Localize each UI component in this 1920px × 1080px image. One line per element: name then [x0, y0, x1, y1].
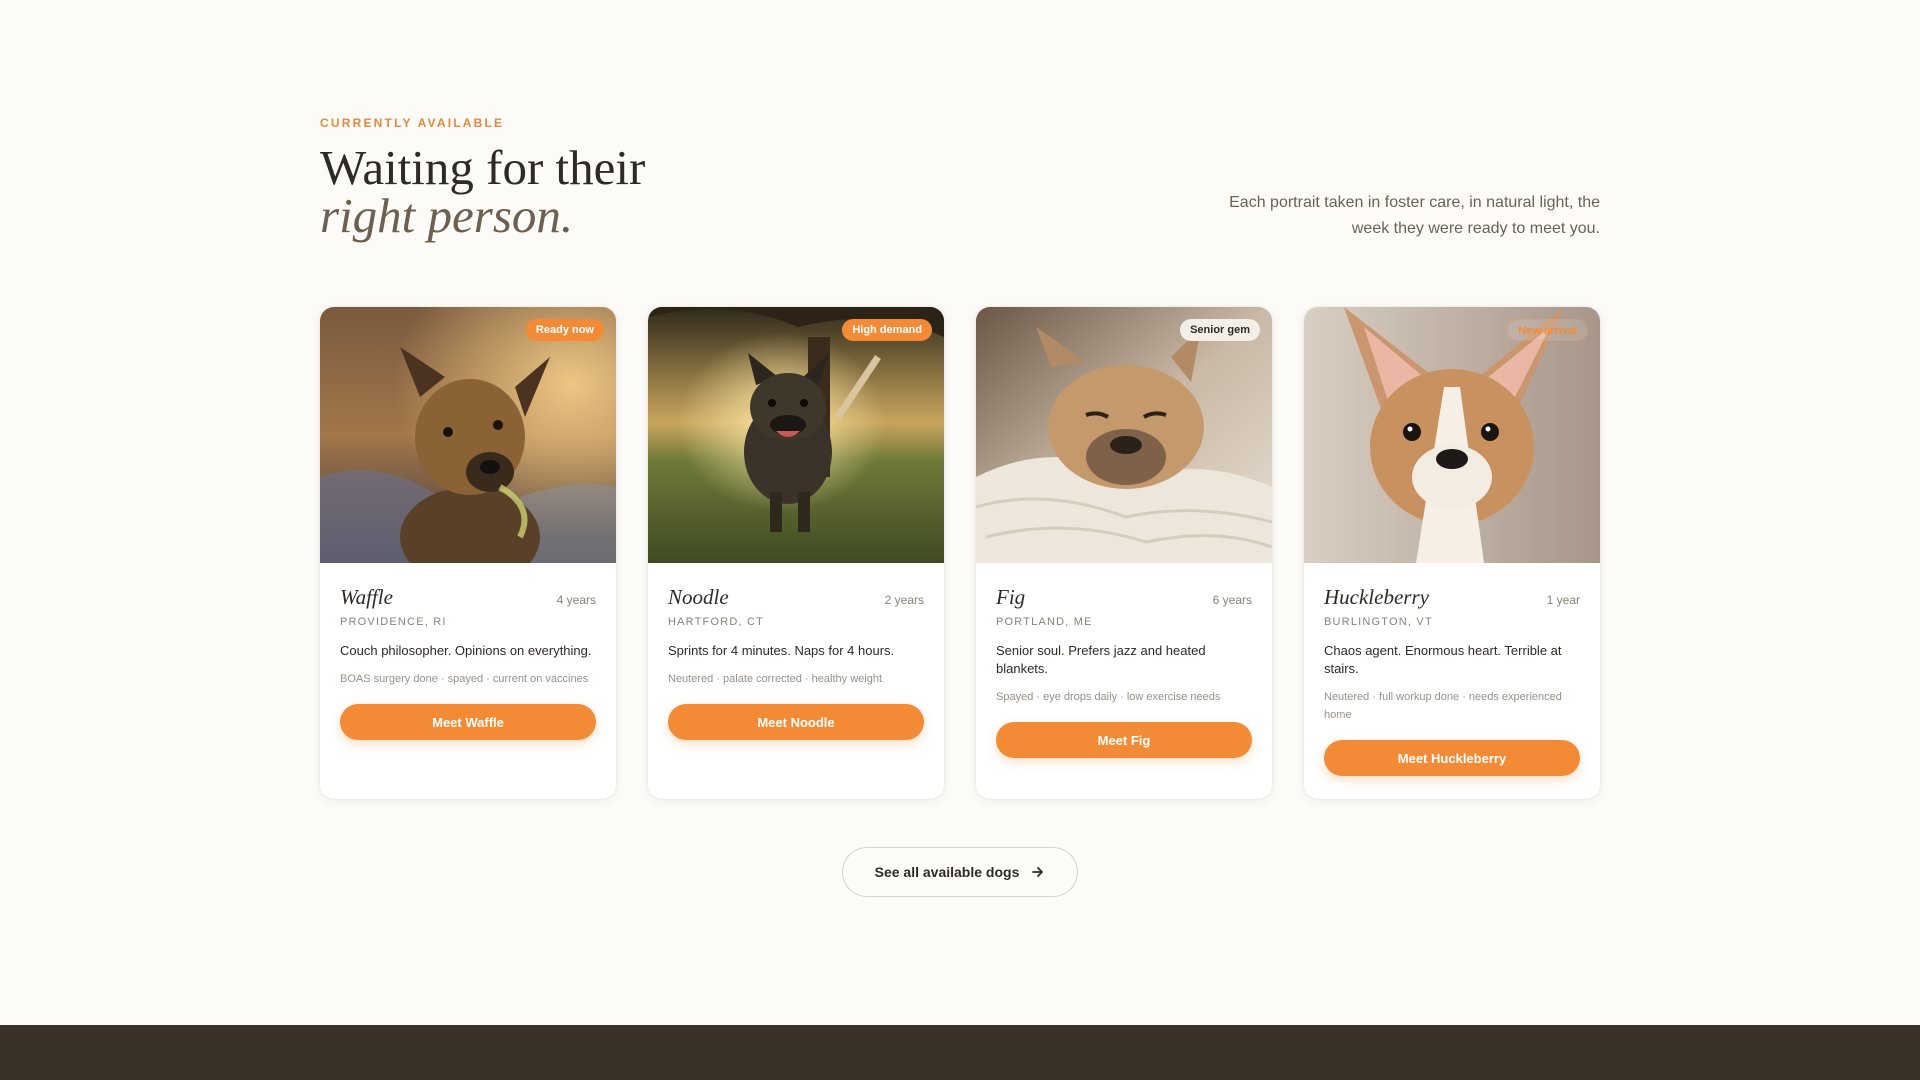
- title-line-1: Waiting for their: [320, 140, 646, 195]
- dog-card-grid: Ready now Waffle 4 years PROVIDENCE, RI …: [320, 307, 1600, 799]
- dog-health-tags: Neutered · palate corrected · healthy we…: [668, 673, 883, 685]
- see-all-dogs-button[interactable]: See all available dogs: [842, 847, 1078, 897]
- dog-location: HARTFORD, CT: [668, 616, 765, 628]
- intro-line-1: Each portrait taken in foster care, in n…: [1229, 194, 1600, 211]
- dog-name: Waffle: [340, 585, 393, 609]
- dog-health-tags: Neutered · full workup done · needs expe…: [1324, 691, 1562, 721]
- footer-band: [0, 1025, 1920, 1080]
- dog-age: 4 years: [556, 593, 596, 607]
- dog-photo-noodle[interactable]: High demand: [648, 307, 944, 563]
- dog-portrait-image: [320, 307, 616, 563]
- dog-card-huckleberry: New arrival Huckleberry 1 year BURLINGTO…: [1304, 307, 1600, 799]
- dog-portrait-image: [1304, 307, 1600, 563]
- dog-portrait-image: [648, 307, 944, 563]
- dog-photo-waffle[interactable]: Ready now: [320, 307, 616, 563]
- status-badge: High demand: [842, 319, 932, 341]
- dog-health-tags: BOAS surgery done · spayed · current on …: [340, 673, 589, 685]
- dog-age: 6 years: [1212, 593, 1252, 607]
- dog-photo-fig[interactable]: Senior gem: [976, 307, 1272, 563]
- dog-name: Huckleberry: [1324, 585, 1429, 609]
- arrow-right-icon: [1032, 867, 1044, 877]
- dog-blurb: Couch philosopher. Opinions on everythin…: [340, 643, 592, 658]
- dog-health-tags: Spayed · eye drops daily · low exercise …: [996, 691, 1221, 703]
- intro-line-2: week they were ready to meet you.: [1351, 220, 1600, 237]
- section-title: Waiting for their right person.: [320, 143, 645, 243]
- dog-photo-huckleberry[interactable]: New arrival: [1304, 307, 1600, 563]
- status-badge: New arrival: [1507, 319, 1588, 341]
- meet-huckleberry-button[interactable]: Meet Huckleberry: [1324, 740, 1580, 776]
- status-badge: Senior gem: [1180, 319, 1260, 341]
- title-line-2: right person.: [320, 188, 574, 243]
- dog-age: 1 year: [1546, 593, 1580, 607]
- dog-blurb: Sprints for 4 minutes. Naps for 4 hours.: [668, 643, 895, 658]
- meet-waffle-button[interactable]: Meet Waffle: [340, 704, 596, 740]
- see-all-label: See all available dogs: [874, 864, 1020, 880]
- section-intro: Each portrait taken in foster care, in n…: [1200, 190, 1600, 242]
- dog-card-noodle: High demand Noodle 2 years HARTFORD, CT …: [648, 307, 944, 799]
- dog-blurb: Chaos agent. Enormous heart. Terrible at…: [1324, 643, 1562, 676]
- dog-blurb: Senior soul. Prefers jazz and heated bla…: [996, 643, 1206, 676]
- dog-name: Noodle: [668, 585, 729, 609]
- dog-age: 2 years: [884, 593, 924, 607]
- section-eyebrow: CURRENTLY AVAILABLE: [320, 116, 505, 130]
- dog-location: PROVIDENCE, RI: [340, 616, 447, 628]
- dog-name: Fig: [996, 585, 1026, 609]
- dog-location: BURLINGTON, VT: [1324, 616, 1433, 628]
- available-dogs-section: CURRENTLY AVAILABLE Waiting for their ri…: [320, 0, 1600, 1024]
- dog-card-fig: Senior gem Fig 6 years PORTLAND, ME Seni…: [976, 307, 1272, 799]
- meet-fig-button[interactable]: Meet Fig: [996, 722, 1252, 758]
- dog-location: PORTLAND, ME: [996, 616, 1093, 628]
- dog-card-waffle: Ready now Waffle 4 years PROVIDENCE, RI …: [320, 307, 616, 799]
- meet-noodle-button[interactable]: Meet Noodle: [668, 704, 924, 740]
- dog-portrait-image: [976, 307, 1272, 563]
- status-badge: Ready now: [525, 319, 604, 341]
